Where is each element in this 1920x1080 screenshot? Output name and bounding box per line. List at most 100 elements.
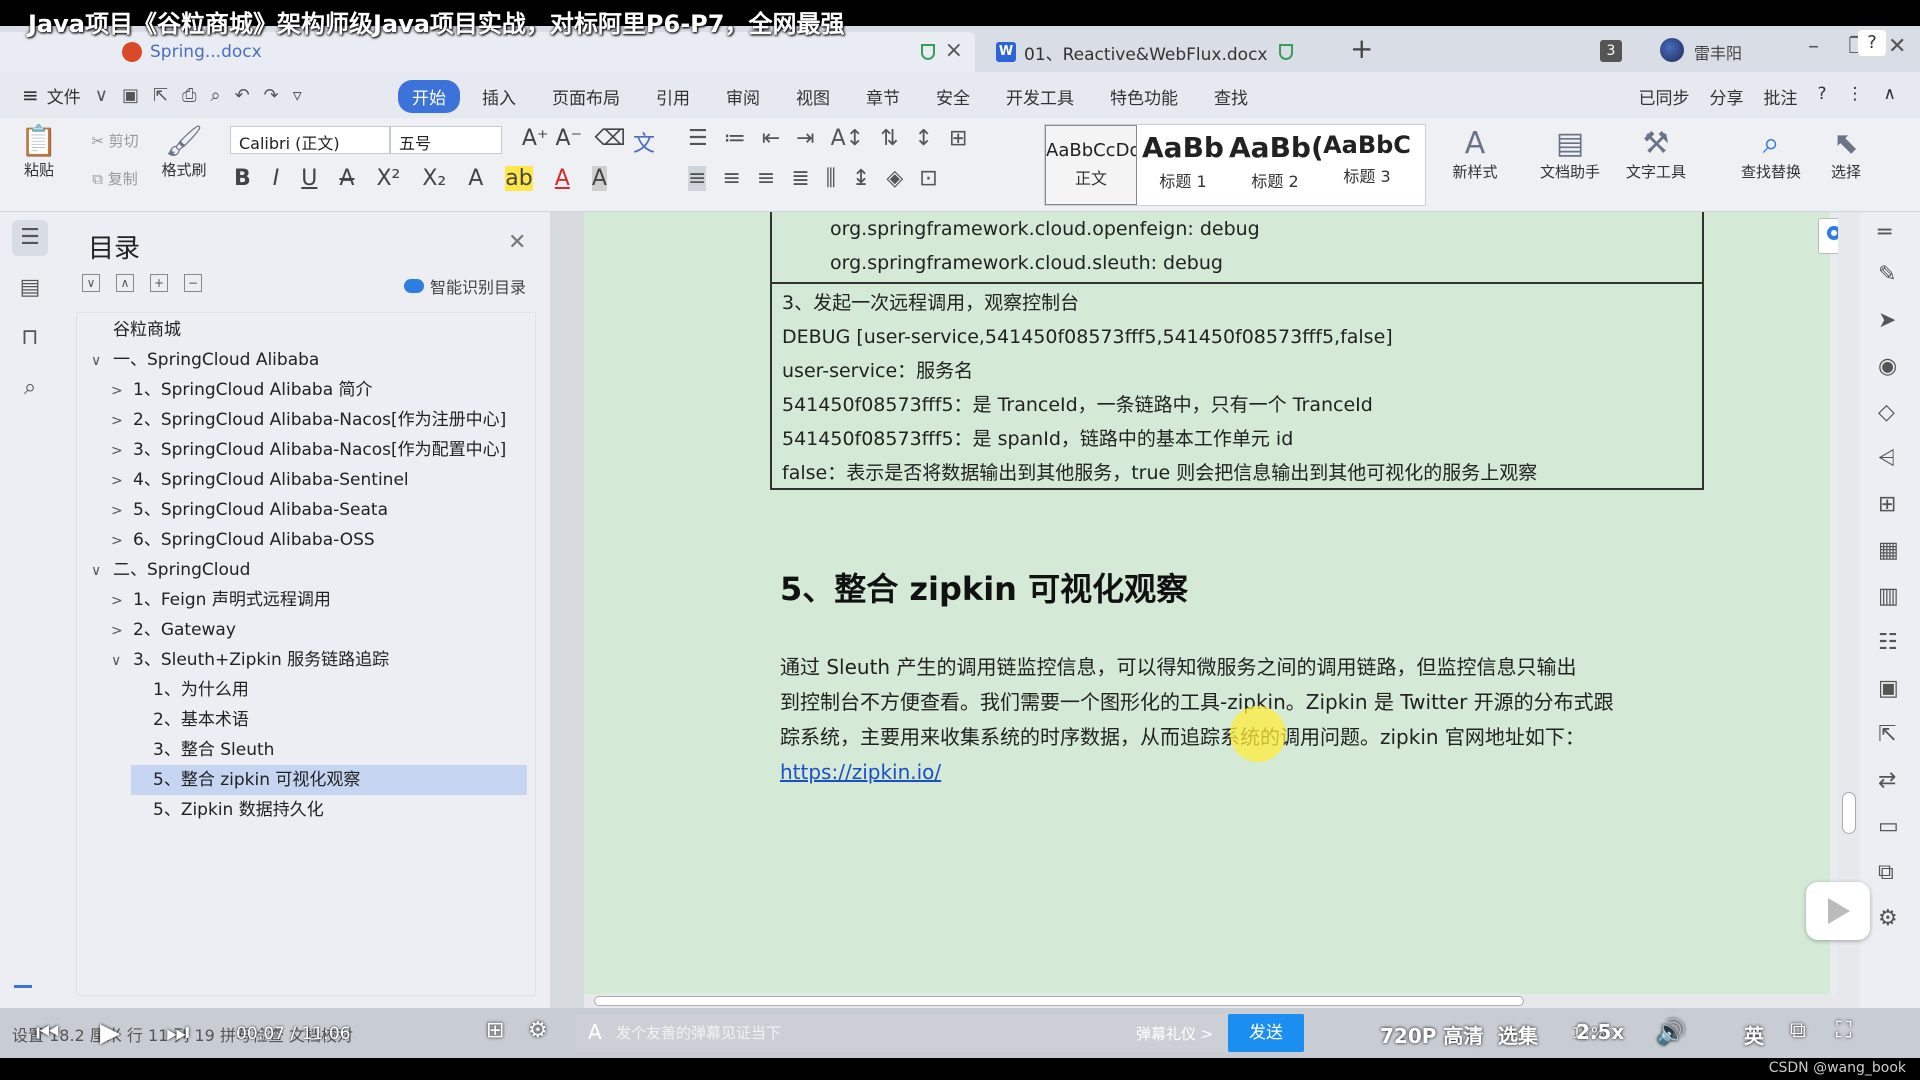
toc-item[interactable]: >3、SpringCloud Alibaba-Nacos[作为配置中心] (111, 435, 506, 465)
floating-play-button[interactable] (1806, 882, 1870, 940)
menu-search[interactable]: 查找 (1200, 80, 1262, 113)
save-icon[interactable]: ▣ (122, 85, 139, 106)
shape-icon[interactable]: ◇ (1878, 400, 1895, 425)
bold-icon[interactable]: B (234, 166, 251, 191)
window-count-badge[interactable]: 3 (1600, 40, 1622, 62)
style-heading-2[interactable]: AaBb( 标题 2 (1229, 125, 1321, 205)
borders-icon[interactable]: ⊡ (919, 166, 937, 191)
user-name[interactable]: 雷丰阳 (1694, 40, 1742, 64)
toc-item[interactable]: >5、SpringCloud Alibaba-Seata (111, 495, 388, 525)
previous-icon[interactable]: ⏮ (36, 1018, 59, 1049)
help-icon[interactable]: ? (1858, 30, 1886, 56)
collapse-ribbon-icon[interactable]: ∧ (1884, 84, 1896, 109)
pinyin-icon[interactable]: 文 (624, 126, 664, 158)
next-icon[interactable]: ⏭ (166, 1018, 189, 1049)
send-button[interactable]: 发送 (1228, 1014, 1304, 1052)
menu-features[interactable]: 特色功能 (1096, 80, 1192, 113)
pip-icon[interactable]: ⧉ (1790, 1018, 1806, 1043)
danmaku-toggle-icon[interactable]: ⊞ (486, 1018, 504, 1043)
smart-toc-button[interactable]: 智能识别目录 (404, 274, 526, 298)
toc-item[interactable]: ∨ 3、Sleuth+Zipkin 服务链路追踪 (111, 645, 389, 675)
menu-file[interactable]: ≡ 文件 ∨ (22, 83, 108, 108)
close-icon[interactable]: × (945, 38, 963, 63)
menu-review[interactable]: 审阅 (712, 80, 774, 113)
print-icon[interactable]: ⎙ (182, 85, 196, 106)
text-effect-icon[interactable]: A (468, 166, 483, 191)
fullscreen-icon[interactable]: ⛶ (1836, 1018, 1851, 1043)
superscript-icon[interactable]: X² (376, 166, 400, 191)
comment-button[interactable]: 批注 (1764, 84, 1798, 109)
toc-icon[interactable]: ☰ (12, 220, 48, 256)
play-button[interactable]: ▶ (100, 1018, 120, 1048)
toc-item[interactable]: >4、SpringCloud Alibaba-Sentinel (111, 465, 409, 495)
toc-item[interactable]: 5、Zipkin 数据持久化 (153, 795, 324, 825)
help-icon[interactable]: ? (1818, 84, 1827, 109)
justify-icon[interactable]: ≣ (791, 166, 809, 191)
translate-icon[interactable]: ⇄ (1878, 768, 1896, 793)
toc-item[interactable]: >6、SpringCloud Alibaba-OSS (111, 525, 375, 555)
preview-icon[interactable]: ⌕ (210, 85, 220, 106)
toc-item[interactable]: 3、整合 Sleuth (153, 735, 274, 765)
horizontal-scrollbar[interactable] (584, 994, 1838, 1008)
chart-icon[interactable]: ▥ (1878, 584, 1899, 609)
page-icon[interactable]: ▤ (12, 270, 48, 306)
settings-icon[interactable]: ⚙ (1878, 906, 1898, 931)
archive-icon[interactable]: ▭ (1878, 814, 1899, 839)
format-painter-button[interactable]: 🖌 格式刷 (152, 124, 216, 180)
toc-item[interactable]: ∨ 一、SpringCloud Alibaba (91, 345, 319, 375)
toc-item[interactable]: >2、Gateway (111, 615, 236, 645)
font-family-select[interactable]: Calibri (正文) (230, 126, 390, 154)
close-icon[interactable]: ✕ (508, 230, 526, 255)
share-button[interactable]: 分享 (1710, 84, 1744, 109)
more-icon[interactable]: ⋮ (1847, 84, 1864, 109)
customize-icon[interactable]: ▿ (293, 85, 302, 106)
menu-view[interactable]: 视图 (782, 80, 844, 113)
toc-item[interactable]: >2、SpringCloud Alibaba-Nacos[作为注册中心] (111, 405, 506, 435)
episodes-button[interactable]: 选集 (1498, 1020, 1538, 1049)
layers-icon[interactable]: ⩤ (1878, 446, 1896, 471)
align-center-icon[interactable]: ≡ (722, 166, 740, 191)
text-direction-icon[interactable]: A↕ (831, 126, 864, 151)
toc-item[interactable]: >1、Feign 声明式远程调用 (111, 585, 331, 615)
style-heading-3[interactable]: AaBbC 标题 3 (1321, 125, 1413, 205)
numbering-icon[interactable]: ≔ (724, 126, 746, 151)
danmaku-settings-icon[interactable]: ⚙ (528, 1018, 548, 1043)
align-right-icon[interactable]: ≡ (757, 166, 775, 191)
underline-icon[interactable]: U (301, 166, 317, 191)
subscript-icon[interactable]: X₂ (422, 166, 446, 191)
document-page[interactable]: org.springframework.cloud.openfeign: deb… (584, 212, 1848, 994)
find-icon[interactable]: ⌕ (12, 370, 48, 406)
bullets-icon[interactable]: ☰ (688, 126, 708, 151)
redo-icon[interactable]: ↷ (264, 85, 279, 106)
menu-security[interactable]: 安全 (922, 80, 984, 113)
menu-references[interactable]: 引用 (642, 80, 704, 113)
find-replace-button[interactable]: ⌕ 查找替换 (1726, 126, 1816, 182)
strikethrough-icon[interactable]: A (339, 166, 354, 191)
pen-icon[interactable]: ✎ (1878, 262, 1896, 287)
close-window-button[interactable]: ✕ (1888, 34, 1906, 59)
menu-layout[interactable]: 页面布局 (538, 80, 634, 113)
text-tools-button[interactable]: ⚒ 文字工具 (1614, 126, 1698, 182)
char-shading-icon[interactable]: A (591, 166, 607, 191)
volume-icon[interactable]: 🔊 (1656, 1018, 1686, 1046)
quality-button[interactable]: 720P 高清 (1380, 1020, 1483, 1049)
distribute-icon[interactable]: ⫼ (826, 166, 836, 191)
increase-indent-icon[interactable]: ⇥ (796, 126, 814, 151)
export-icon[interactable]: ⇱ (153, 85, 168, 106)
font-grow-shrink[interactable]: A⁺ A⁻ (512, 126, 592, 151)
paste-button[interactable]: 📋 粘贴 (14, 124, 64, 180)
menu-home[interactable]: 开始 (398, 80, 460, 113)
table-icon[interactable]: ⊞ (1878, 492, 1896, 517)
location-icon[interactable]: ◉ (1878, 354, 1897, 379)
toc-item[interactable]: 1、为什么用 (153, 675, 249, 705)
toc-item[interactable]: ∨ 二、SpringCloud (91, 555, 250, 585)
font-size-select[interactable]: 五号 (390, 126, 502, 154)
style-heading-1[interactable]: AaBb 标题 1 (1137, 125, 1229, 205)
minimize-button[interactable]: – (1808, 34, 1819, 59)
danmaku-etiquette-link[interactable]: 弹幕礼仪 > (1136, 1023, 1213, 1044)
scroll-thumb[interactable] (1842, 792, 1856, 834)
cut-button[interactable]: ✂ 剪切 (80, 130, 150, 151)
new-style-button[interactable]: A 新样式 (1440, 126, 1510, 182)
pointer-icon[interactable]: ➤ (1878, 308, 1896, 333)
scroll-thumb[interactable] (594, 996, 1524, 1006)
